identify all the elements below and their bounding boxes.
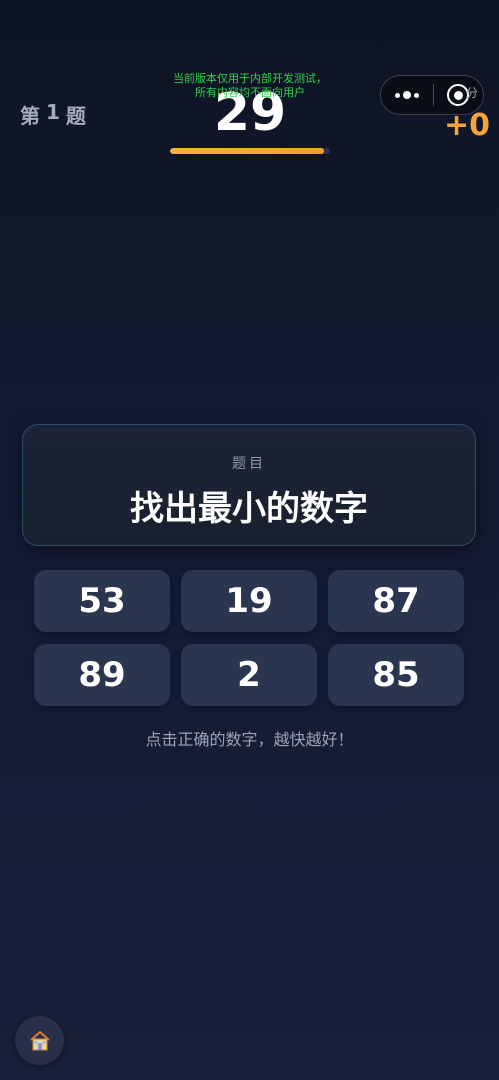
hint-text: 点击正确的数字，越快越好！ (145, 730, 354, 749)
answer-button[interactable]: 53 (34, 570, 170, 632)
answer-button[interactable]: 19 (181, 570, 317, 632)
answer-button[interactable]: 87 (328, 570, 464, 632)
answer-button[interactable]: 89 (34, 644, 170, 706)
question-text: 找出最小的数字 (130, 489, 368, 529)
question-number: 第 1 题 (20, 100, 86, 129)
timer-progress-bar (170, 148, 330, 154)
more-dots-icon[interactable] (395, 91, 419, 99)
question-suffix: 题 (65, 104, 86, 128)
capsule-divider (432, 84, 434, 106)
answer-grid: 53 19 87 89 2 85 (34, 570, 465, 706)
home-icon (29, 1030, 50, 1050)
timer-progress-fill (170, 148, 324, 154)
dev-notice-line-2: 所有内容均不面向用户 (195, 86, 305, 99)
question-number-value: 1 (46, 100, 60, 124)
home-button[interactable] (15, 1016, 64, 1065)
dev-notice-line-1: 当前版本仅用于内部开发测试， (173, 72, 327, 85)
answer-button[interactable]: 2 (181, 644, 317, 706)
question-prefix: 第 (20, 104, 40, 128)
score-label: 分 (466, 86, 479, 100)
answer-button[interactable]: 85 (328, 644, 464, 706)
question-label: 题目 (232, 456, 266, 472)
dev-notice: 当前版本仅用于内部开发测试， 所有内容均不面向用户 (140, 72, 360, 100)
question-card: 题目 找出最小的数字 (22, 424, 476, 546)
